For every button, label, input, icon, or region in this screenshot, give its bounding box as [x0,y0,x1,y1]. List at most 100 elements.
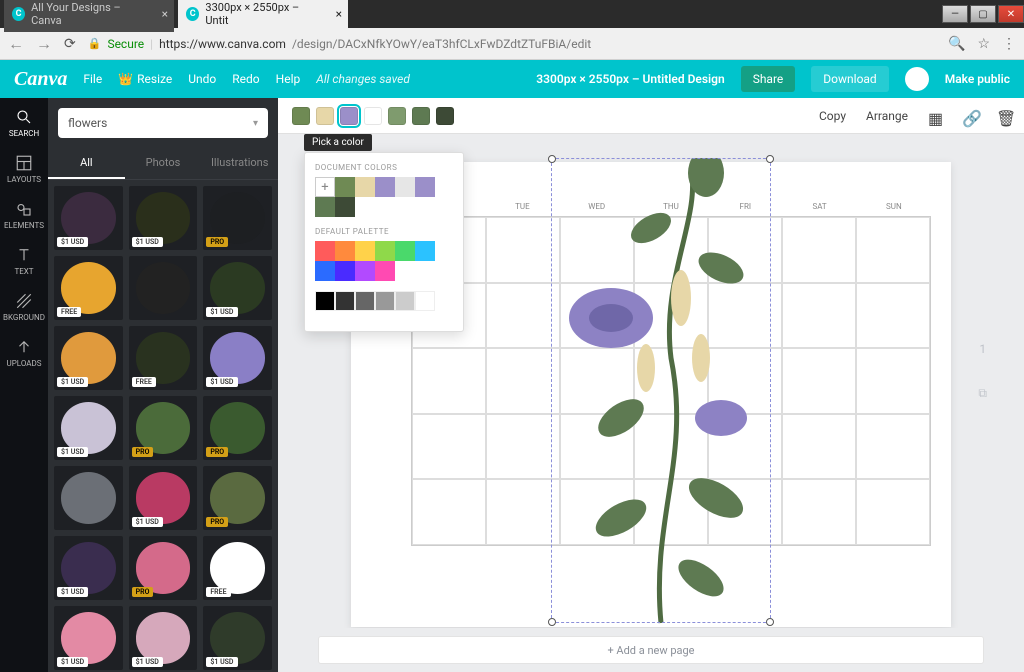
color-swatch[interactable] [316,107,334,125]
color-swatch[interactable] [388,107,406,125]
asset-thumbnail[interactable]: $1 USD [54,606,123,670]
url-field[interactable]: 🔒 Secure | https://www.canva.com/design/… [88,37,936,51]
palette-swatch[interactable] [375,241,395,261]
asset-thumbnail[interactable]: FREE [129,326,198,390]
rail-search[interactable]: SEARCH [9,108,39,138]
minimize-button[interactable]: — [942,5,968,23]
forward-button[interactable]: → [36,34,52,54]
doc-color-swatch[interactable] [355,177,375,197]
close-window-button[interactable]: ✕ [998,5,1024,23]
color-swatch[interactable] [364,107,382,125]
duplicate-page-icon[interactable]: ⧉ [978,386,987,401]
asset-thumbnail[interactable] [129,256,198,320]
asset-search-input[interactable]: flowers ▾ [58,108,268,138]
palette-swatch[interactable] [335,241,355,261]
asset-thumbnail[interactable]: $1 USD [129,606,198,670]
gray-swatch[interactable] [375,291,395,311]
reload-button[interactable]: ⟳ [64,36,76,52]
doc-color-swatch[interactable] [415,177,435,197]
zoom-icon[interactable]: 🔍 [948,36,965,52]
browser-tab-active[interactable]: C 3300px × 2550px – Untit × [178,0,348,32]
selection-handle[interactable] [548,155,556,163]
tab-photos[interactable]: Photos [125,148,202,179]
bookmark-icon[interactable]: ☆ [977,36,990,52]
asset-thumbnail[interactable]: PRO [129,396,198,460]
back-button[interactable]: ← [8,34,24,54]
doc-color-swatch[interactable] [375,177,395,197]
selection-handle[interactable] [766,618,774,626]
doc-color-swatch[interactable] [335,197,355,217]
selection-handle[interactable] [548,618,556,626]
asset-thumbnail[interactable]: PRO [129,536,198,600]
color-swatch[interactable] [436,107,454,125]
asset-thumbnail[interactable]: $1 USD [54,326,123,390]
transparency-icon[interactable]: ▦ [928,109,942,123]
menu-help[interactable]: Help [276,72,301,86]
gray-swatch[interactable] [315,291,335,311]
asset-thumbnail[interactable] [54,466,123,530]
asset-thumbnail[interactable]: FREE [54,256,123,320]
asset-thumbnail[interactable]: $1 USD [129,186,198,250]
tab-all[interactable]: All [48,148,125,179]
menu-file[interactable]: File [83,72,102,86]
asset-thumbnail[interactable]: $1 USD [203,606,272,670]
canva-logo[interactable]: Canva [14,68,67,91]
palette-swatch[interactable] [315,261,335,281]
maximize-button[interactable]: ▢ [970,5,996,23]
gray-swatch[interactable] [355,291,375,311]
palette-swatch[interactable] [315,241,335,261]
color-swatch[interactable] [292,107,310,125]
gray-swatch[interactable] [335,291,355,311]
palette-swatch[interactable] [335,261,355,281]
browser-tab[interactable]: C All Your Designs – Canva × [4,0,174,32]
add-color-button[interactable]: + [315,177,335,197]
asset-thumbnail[interactable]: $1 USD [203,256,272,320]
doc-color-swatch[interactable] [335,177,355,197]
avatar[interactable] [905,67,929,91]
asset-thumbnail[interactable]: $1 USD [129,466,198,530]
rail-layouts[interactable]: LAYOUTS [7,154,41,184]
asset-thumbnail[interactable]: $1 USD [54,396,123,460]
asset-thumbnail[interactable]: $1 USD [54,536,123,600]
share-button[interactable]: Share [741,66,796,92]
gray-swatch[interactable] [395,291,415,311]
color-swatch[interactable] [412,107,430,125]
doc-color-swatch[interactable] [315,197,335,217]
asset-thumbnail[interactable]: $1 USD [203,326,272,390]
arrange-button[interactable]: Arrange [866,109,908,123]
rail-uploads[interactable]: UPLOADS [7,338,42,368]
color-swatch[interactable] [340,107,358,125]
link-icon[interactable]: 🔗 [962,109,976,123]
make-public-button[interactable]: Make public [945,72,1010,86]
selection-box[interactable] [551,158,771,623]
palette-swatch[interactable] [355,241,375,261]
rail-background[interactable]: BKGROUND [3,292,45,322]
menu-redo[interactable]: Redo [232,72,259,86]
rail-text[interactable]: TEXT [14,246,33,276]
asset-thumbnail[interactable]: $1 USD [54,186,123,250]
doc-color-swatch[interactable] [395,177,415,197]
rail-elements[interactable]: ELEMENTS [4,200,44,230]
menu-undo[interactable]: Undo [188,72,216,86]
menu-resize[interactable]: 👑 Resize [118,72,172,86]
palette-swatch[interactable] [355,261,375,281]
uploads-icon [15,338,33,356]
palette-swatch[interactable] [415,241,435,261]
download-button[interactable]: Download [811,66,888,92]
asset-thumbnail[interactable]: PRO [203,186,272,250]
asset-thumbnail[interactable]: PRO [203,466,272,530]
palette-swatch[interactable] [395,241,415,261]
asset-thumbnail[interactable]: FREE [203,536,272,600]
trash-icon[interactable]: 🗑 [996,109,1010,123]
close-icon[interactable]: × [336,7,342,21]
copy-button[interactable]: Copy [819,109,846,123]
gray-swatch[interactable] [415,291,435,311]
selection-handle[interactable] [766,155,774,163]
doc-title[interactable]: 3300px × 2550px – Untitled Design [536,72,724,86]
close-icon[interactable]: × [162,7,168,21]
menu-icon[interactable]: ⋮ [1002,36,1016,52]
palette-swatch[interactable] [375,261,395,281]
add-page-button[interactable]: + Add a new page [318,636,984,664]
tab-illustrations[interactable]: Illustrations [201,148,278,179]
asset-thumbnail[interactable]: PRO [203,396,272,460]
